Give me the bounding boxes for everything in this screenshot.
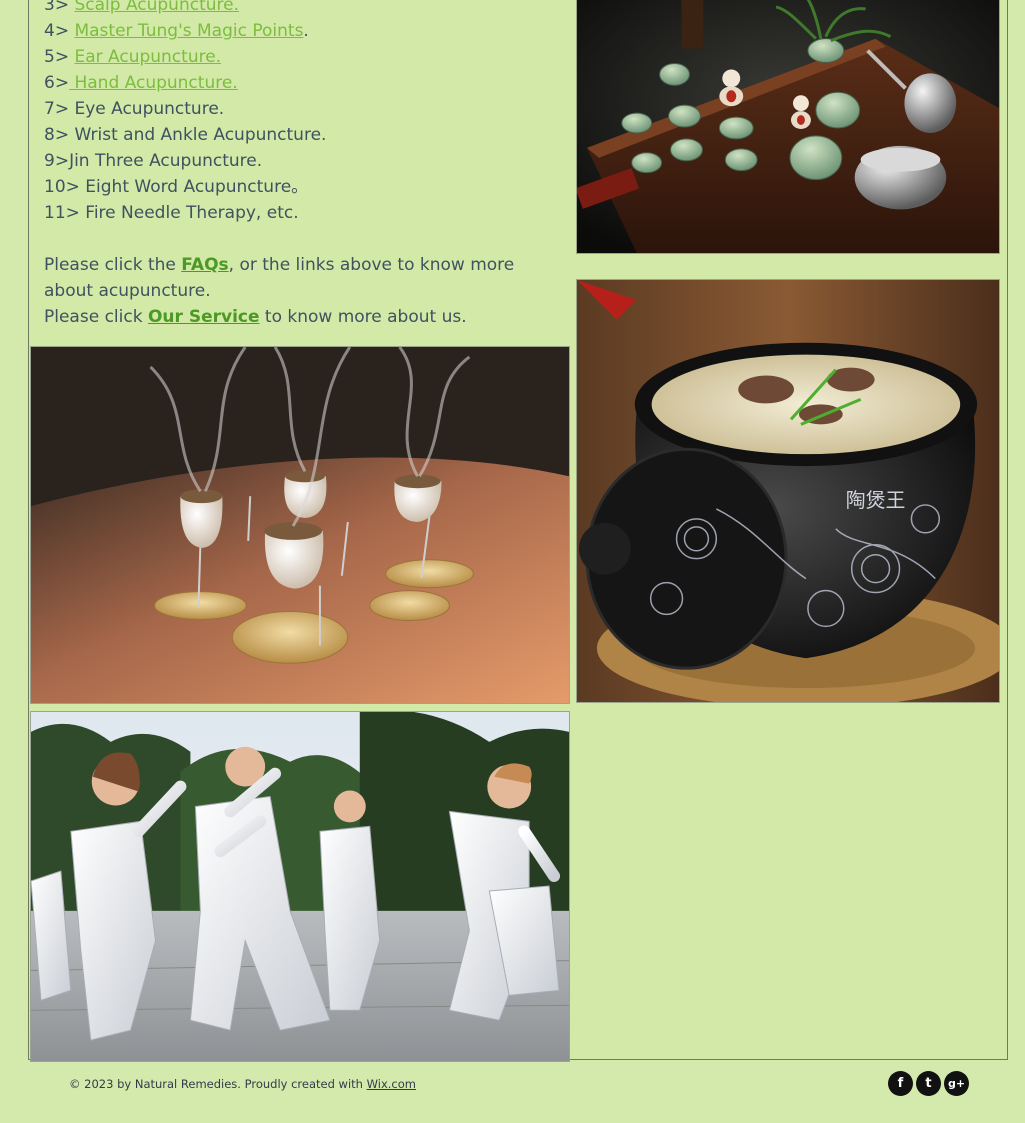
- page: 3> Scalp Acupuncture. 4> Master Tung's M…: [0, 0, 1025, 1123]
- tea-set-photo: [576, 0, 1000, 254]
- list-item: 5> Ear Acupuncture.: [44, 47, 222, 67]
- list-item: 11> Fire Needle Therapy, etc.: [44, 203, 299, 223]
- footer-copyright: © 2023 by Natural Remedies. Proudly crea…: [69, 1077, 416, 1091]
- list-item: 9>Jin Three Acupuncture.: [44, 151, 263, 171]
- list-item: 3> Scalp Acupuncture.: [44, 0, 554, 18]
- master-tung-link[interactable]: Master Tung's Magic Points: [74, 21, 303, 41]
- google-plus-icon[interactable]: g+: [944, 1071, 969, 1096]
- clay-pot-photo: 陶煲王: [576, 279, 1000, 703]
- treatment-text: 3> Scalp Acupuncture. 4> Master Tung's M…: [44, 0, 554, 330]
- scalp-acupuncture-link[interactable]: Scalp Acupuncture.: [74, 0, 239, 15]
- list-item: 6> Hand Acupuncture.: [44, 73, 238, 93]
- wix-link[interactable]: Wix.com: [367, 1077, 416, 1091]
- moxibustion-photo: [30, 346, 570, 704]
- list-item: 7> Eye Acupuncture.: [44, 99, 225, 119]
- faq-paragraph: Please click the FAQs, or the links abov…: [44, 255, 515, 301]
- service-paragraph: Please click Our Service to know more ab…: [44, 307, 467, 327]
- list-item: 8> Wrist and Ankle Acupuncture.: [44, 125, 327, 145]
- list-item: 4> Master Tung's Magic Points.: [44, 21, 309, 41]
- ear-acupuncture-link[interactable]: Ear Acupuncture.: [74, 47, 221, 67]
- hand-acupuncture-link[interactable]: Hand Acupuncture.: [69, 73, 237, 93]
- social-bar: f t g+: [888, 1071, 969, 1096]
- facebook-icon[interactable]: f: [888, 1071, 913, 1096]
- twitter-icon[interactable]: t: [916, 1071, 941, 1096]
- our-service-link[interactable]: Our Service: [148, 307, 260, 327]
- tai-chi-photo: [30, 711, 570, 1062]
- faqs-link[interactable]: FAQs: [181, 255, 228, 275]
- svg-text:陶煲王: 陶煲王: [846, 489, 906, 512]
- list-item: 10> Eight Word Acupuncture。: [44, 177, 309, 197]
